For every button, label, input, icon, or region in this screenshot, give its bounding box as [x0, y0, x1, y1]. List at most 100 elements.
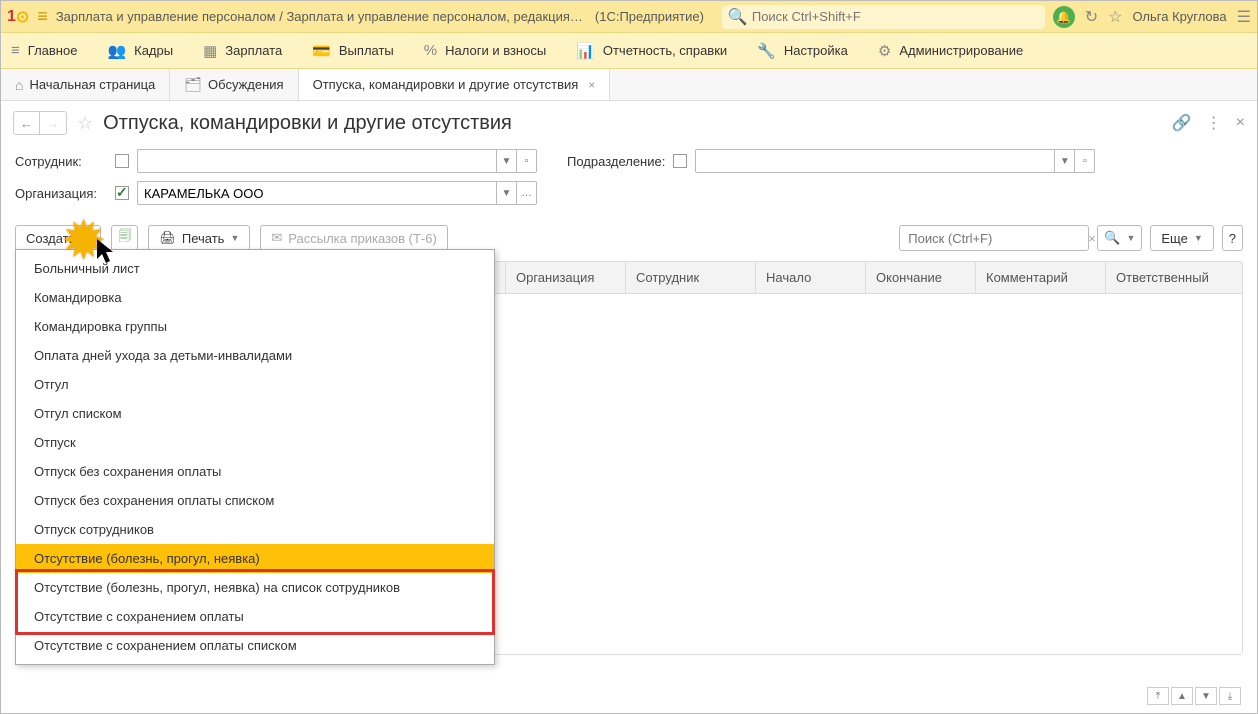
more-dots-icon[interactable]: … [517, 181, 537, 205]
print-label: Печать [182, 231, 225, 246]
dd-sick-leave[interactable]: Больничный лист [16, 254, 494, 283]
username-label[interactable]: Ольга Круглова [1132, 9, 1226, 24]
dropdown-icon[interactable]: ▼ [497, 149, 517, 173]
dd-absence-paid-list[interactable]: Отсутствие с сохранением оплаты списком [16, 631, 494, 660]
nav-payments[interactable]: 💳Выплаты [312, 42, 394, 60]
scroll-down-icon[interactable]: ▼ [1195, 687, 1217, 705]
create-label: Создать [26, 231, 75, 246]
grid-column[interactable]: Сотрудник [626, 262, 756, 293]
caret-down-icon: ▼ [81, 233, 90, 243]
dd-vacation[interactable]: Отпуск [16, 428, 494, 457]
department-checkbox[interactable] [673, 154, 687, 168]
dropdown-icon[interactable]: ▼ [497, 181, 517, 205]
window-controls-icon[interactable]: ☰ [1237, 7, 1251, 27]
titlebar: 1⊙ ≡ Зарплата и управление персоналом / … [1, 1, 1257, 33]
search-mode-button[interactable]: 🔍▼ [1097, 225, 1142, 251]
global-search-input[interactable] [752, 9, 1039, 24]
nav-main[interactable]: ≡Главное [11, 42, 77, 59]
grid-column[interactable]: Окончание [866, 262, 976, 293]
create-button[interactable]: Создать ▼ [15, 225, 101, 251]
org-combo[interactable]: ▼ … [137, 181, 537, 205]
notification-bell-icon[interactable]: 🔔 [1053, 6, 1075, 28]
close-icon[interactable]: × [588, 78, 595, 92]
scroll-up-icon[interactable]: ▲ [1171, 687, 1193, 705]
open-dialog-icon[interactable]: ▫ [517, 149, 537, 173]
caret-down-icon: ▼ [230, 233, 239, 243]
copy-button[interactable]: 🗐 [111, 225, 138, 251]
dd-absence[interactable]: Отсутствие (болезнь, прогул, неявка) [16, 544, 494, 573]
filter-panel: Сотрудник: ▼ ▫ Подразделение: ▼ ▫ Органи… [1, 145, 1257, 221]
grid-column[interactable]: Начало [756, 262, 866, 293]
org-filter-label: Организация: [15, 186, 107, 201]
nav-label: Выплаты [339, 43, 394, 58]
mailing-button[interactable]: ✉ Рассылка приказов (Т-6) [260, 225, 447, 251]
employee-filter-label: Сотрудник: [15, 154, 107, 169]
department-combo[interactable]: ▼ ▫ [695, 149, 1095, 173]
more-button[interactable]: Еще ▼ [1150, 225, 1213, 251]
close-page-icon[interactable]: × [1236, 114, 1245, 132]
more-label: Еще [1161, 231, 1187, 246]
mail-icon: ✉ [271, 230, 282, 246]
grid-column[interactable]: Ответственный [1106, 262, 1242, 293]
org-checkbox[interactable] [115, 186, 129, 200]
employee-checkbox[interactable] [115, 154, 129, 168]
app-suffix: (1С:Предприятие) [595, 9, 704, 24]
global-search[interactable]: 🔍 [722, 5, 1045, 29]
tab-home[interactable]: ⌂Начальная страница [1, 69, 170, 100]
dd-trip[interactable]: Командировка [16, 283, 494, 312]
nav-personnel[interactable]: 👥Кадры [107, 42, 173, 60]
nav-label: Налоги и взносы [445, 43, 546, 58]
scroll-controls: ⤒ ▲ ▼ ⤓ [1147, 687, 1241, 705]
department-input[interactable] [695, 149, 1055, 173]
tab-absences[interactable]: Отпуска, командировки и другие отсутстви… [299, 69, 611, 100]
magnifier-icon: 🔍 [1104, 230, 1120, 246]
open-dialog-icon[interactable]: ▫ [1075, 149, 1095, 173]
nav-salary[interactable]: ▦Зарплата [203, 42, 282, 60]
tab-discussions[interactable]: 🗂Обсуждения [170, 69, 298, 100]
nav-reports[interactable]: 📊 Отчетность, справки [576, 42, 727, 60]
scroll-bottom-icon[interactable]: ⤓ [1219, 687, 1241, 705]
nav-taxes[interactable]: %Налоги и взносы [424, 42, 546, 59]
nav-settings[interactable]: 🔧Настройка [757, 42, 848, 60]
app-title: Зарплата и управление персоналом / Зарпл… [56, 9, 583, 24]
dd-dayoff-list[interactable]: Отгул списком [16, 399, 494, 428]
dd-vacation-employees[interactable]: Отпуск сотрудников [16, 515, 494, 544]
list-search-input[interactable] [908, 231, 1084, 246]
kebab-icon[interactable]: ⋮ [1206, 113, 1222, 133]
dd-vacation-nopay[interactable]: Отпуск без сохранения оплаты [16, 457, 494, 486]
favorite-star-icon[interactable]: ☆ [1108, 7, 1122, 27]
hamburger-icon[interactable]: ≡ [37, 6, 48, 27]
scroll-top-icon[interactable]: ⤒ [1147, 687, 1169, 705]
nav-label: Отчетность, справки [603, 43, 727, 58]
dd-absence-paid[interactable]: Отсутствие с сохранением оплаты [16, 602, 494, 631]
org-input[interactable] [137, 181, 497, 205]
employee-input[interactable] [137, 149, 497, 173]
nav-label: Кадры [134, 43, 173, 58]
dd-absence-list[interactable]: Отсутствие (болезнь, прогул, неявка) на … [16, 573, 494, 602]
help-button[interactable]: ? [1222, 225, 1243, 251]
nav-label: Администрирование [899, 43, 1023, 58]
history-icon[interactable]: ↻ [1085, 7, 1098, 27]
nav-admin[interactable]: ⚙Администрирование [878, 42, 1023, 60]
chart-icon: 📊 [576, 42, 595, 60]
favorite-icon[interactable]: ☆ [77, 113, 93, 134]
forward-button[interactable]: → [40, 112, 66, 134]
dropdown-icon[interactable]: ▼ [1055, 149, 1075, 173]
folder-icon: 🗂 [184, 76, 202, 93]
help-label: ? [1229, 231, 1236, 246]
back-button[interactable]: ← [14, 112, 40, 134]
print-button[interactable]: 🖨Печать▼ [148, 225, 250, 251]
dd-vacation-nopay-list[interactable]: Отпуск без сохранения оплаты списком [16, 486, 494, 515]
dd-trip-group[interactable]: Командировка группы [16, 312, 494, 341]
home-icon: ⌂ [15, 77, 23, 93]
dd-dayoff[interactable]: Отгул [16, 370, 494, 399]
mailing-label: Рассылка приказов (Т-6) [288, 231, 437, 246]
employee-combo[interactable]: ▼ ▫ [137, 149, 537, 173]
grid-column[interactable]: Комментарий [976, 262, 1106, 293]
dd-child-care[interactable]: Оплата дней ухода за детьми-инвалидами [16, 341, 494, 370]
link-icon[interactable]: 🔗 [1172, 113, 1192, 133]
grid-column[interactable]: Организация [506, 262, 626, 293]
list-search[interactable]: × [899, 225, 1089, 251]
nav-label: Настройка [784, 43, 848, 58]
caret-down-icon: ▼ [1194, 233, 1203, 243]
